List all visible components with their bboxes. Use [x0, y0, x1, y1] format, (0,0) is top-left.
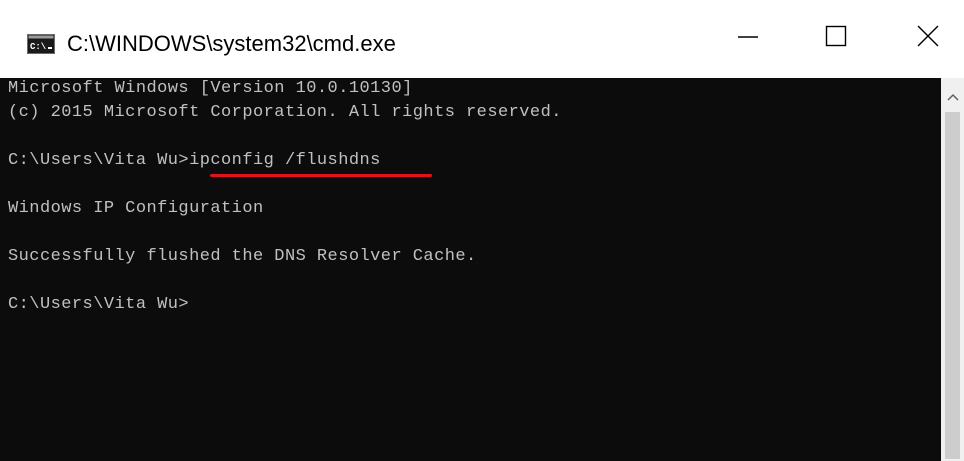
console-line-prompt: C:\Users\Vita Wu>	[8, 295, 190, 314]
cmd-icon: C:\	[27, 34, 55, 54]
title-bar[interactable]: C:\ C:\WINDOWS\system32\cmd.exe	[0, 0, 964, 78]
console-line-version: Microsoft Windows [Version 10.0.10130]	[8, 79, 413, 98]
console-line-ip-config: Windows IP Configuration	[8, 199, 264, 218]
maximize-button[interactable]	[806, 14, 866, 58]
console-line-copyright: (c) 2015 Microsoft Corporation. All righ…	[8, 103, 562, 122]
minimize-button[interactable]	[718, 14, 778, 58]
cmd-window: C:\ C:\WINDOWS\system32\cmd.exe Microsof…	[0, 0, 964, 461]
chevron-up-icon	[946, 93, 959, 101]
maximize-icon	[825, 25, 847, 47]
svg-text:C:\: C:\	[30, 42, 47, 52]
window-title: C:\WINDOWS\system32\cmd.exe	[67, 31, 396, 56]
close-icon	[917, 25, 939, 47]
scroll-thumb[interactable]	[945, 112, 960, 459]
scroll-up-button[interactable]	[941, 86, 964, 108]
console-line-command: C:\Users\Vita Wu>ipconfig /flushdns	[8, 151, 381, 170]
console-line-success: Successfully flushed the DNS Resolver Ca…	[8, 247, 477, 266]
vertical-scrollbar[interactable]	[941, 78, 964, 461]
minimize-icon	[738, 36, 758, 38]
console-output[interactable]: Microsoft Windows [Version 10.0.10130] (…	[0, 78, 941, 461]
close-button[interactable]	[898, 14, 958, 58]
command-highlight-underline	[210, 174, 432, 177]
